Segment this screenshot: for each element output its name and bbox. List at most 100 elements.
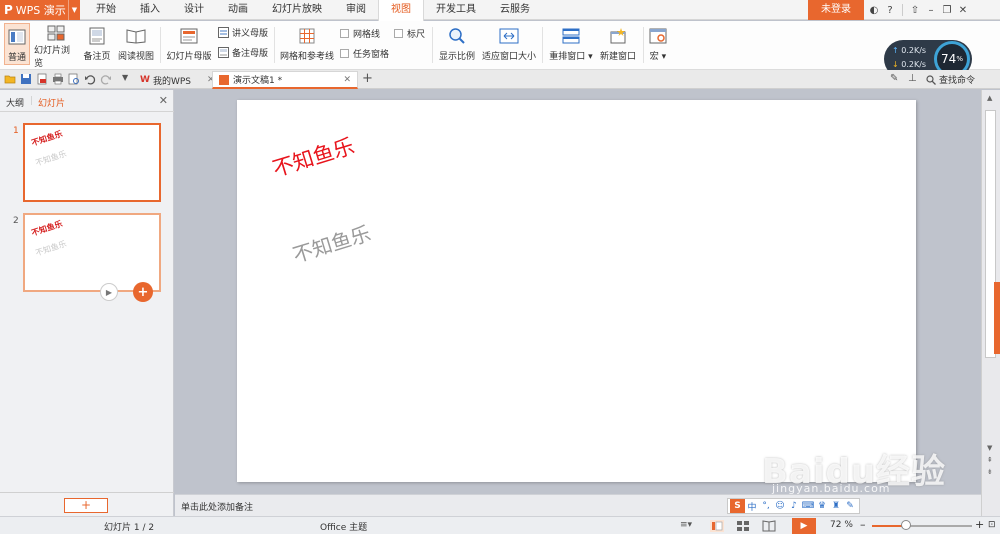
thumb-subtitle: 不知鱼乐: [34, 149, 68, 168]
save-icon[interactable]: [20, 73, 32, 85]
restore-icon[interactable]: ❐: [939, 5, 955, 16]
tab-insert[interactable]: 插入: [128, 0, 172, 20]
normal-view-button[interactable]: 普通: [4, 23, 30, 65]
scroll-up-icon[interactable]: ▲: [987, 94, 992, 102]
skin-icon[interactable]: ♛: [815, 501, 829, 511]
shirt-icon[interactable]: ♜: [829, 501, 843, 511]
arrange-all-button[interactable]: 重排窗口 ▾: [548, 23, 594, 65]
export-pdf-icon[interactable]: [36, 73, 48, 85]
login-button[interactable]: 未登录: [808, 0, 864, 20]
new-tab-button[interactable]: +: [362, 71, 373, 86]
slide-subtitle[interactable]: 不知鱼乐: [289, 217, 374, 268]
add-slide-plus-button[interactable]: +: [133, 282, 153, 302]
tab-cloud[interactable]: 云服务: [488, 0, 542, 20]
close-icon[interactable]: ✕: [159, 94, 168, 107]
wps-w-icon: W: [140, 75, 150, 85]
scroll-down-icon[interactable]: ▼: [987, 444, 992, 452]
tab-review[interactable]: 审阅: [334, 0, 378, 20]
chevron-down-icon[interactable]: ▼: [68, 0, 80, 20]
reading-view-button[interactable]: 阅读视图: [116, 23, 156, 65]
zoom-in-button[interactable]: +: [975, 518, 984, 531]
grid-guides-button[interactable]: 网格和参考线: [280, 23, 334, 65]
zoom-button[interactable]: 显示比例: [438, 23, 476, 65]
tab-document[interactable]: 演示文稿1 * ✕: [212, 71, 358, 89]
keyboard-icon[interactable]: ⌨: [801, 501, 815, 511]
zoom-out-button[interactable]: –: [860, 518, 866, 531]
sorter-view-status-icon[interactable]: [736, 520, 750, 532]
fit-window-button[interactable]: 适应窗口大小: [480, 23, 538, 65]
task-pane-checkbox[interactable]: 任务窗格: [340, 46, 389, 60]
punctuation-icon[interactable]: °,: [759, 501, 773, 511]
print-preview-icon[interactable]: [68, 73, 80, 85]
sogou-logo-icon[interactable]: S: [730, 499, 745, 513]
zoom-slider-track[interactable]: [872, 525, 972, 527]
open-folder-icon[interactable]: [4, 73, 16, 85]
tab-home[interactable]: 开始: [84, 0, 128, 20]
tab-my-wps[interactable]: W 我的WPS ✕: [134, 71, 221, 89]
redo-icon[interactable]: [100, 73, 112, 85]
new-window-button[interactable]: 新建窗口: [598, 23, 638, 65]
tab-view[interactable]: 视图: [378, 0, 424, 21]
collapse-ribbon-icon[interactable]: ⇧: [907, 5, 923, 16]
tools-icon[interactable]: ✎: [843, 501, 857, 511]
slide-thumbnail-2[interactable]: 不知鱼乐 不知鱼乐: [23, 213, 161, 292]
tab-slides[interactable]: 幻灯片: [38, 96, 65, 109]
slideshow-play-button[interactable]: ▶: [792, 518, 816, 534]
zoom-level[interactable]: 72 %: [830, 520, 853, 530]
fit-slide-icon[interactable]: ⊡: [988, 520, 996, 530]
task-pane-check[interactable]: [340, 48, 349, 58]
theme-name: Office 主题: [320, 523, 368, 533]
notes-placeholder[interactable]: 单击此处添加备注: [181, 500, 253, 513]
ime-toolbar[interactable]: S 中 °, ☺ ♪ ⌨ ♛ ♜ ✎: [727, 498, 860, 514]
tab-design[interactable]: 设计: [172, 0, 216, 20]
notes-pane[interactable]: 单击此处添加备注 S 中 °, ☺ ♪ ⌨ ♛ ♜ ✎: [175, 494, 981, 516]
notes-toggle-icon[interactable]: ≡▾: [680, 520, 692, 530]
macro-button[interactable]: 宏 ▾: [648, 23, 668, 65]
slide-number: 1: [13, 126, 19, 136]
reading-view-status-icon[interactable]: [762, 520, 776, 532]
ruler-checkbox[interactable]: 标尺: [394, 26, 425, 40]
next-slide-icon[interactable]: ⇟: [987, 468, 993, 476]
menu-bar: P WPS 演示 ▼ 开始 插入 设计 动画 幻灯片放映 审阅 视图 开发工具 …: [0, 0, 1000, 21]
brush-icon[interactable]: ✎: [890, 73, 902, 85]
ime-mode[interactable]: 中: [745, 500, 759, 513]
help-icon[interactable]: ?: [882, 5, 898, 16]
tab-developer[interactable]: 开发工具: [424, 0, 488, 20]
close-tab-icon[interactable]: ✕: [343, 75, 351, 85]
slide-master-button[interactable]: 幻灯片母版: [166, 23, 212, 65]
zoom-slider-knob[interactable]: [901, 520, 911, 530]
slide-master-label: 幻灯片母版: [166, 52, 212, 62]
notes-page-label: 备注页: [83, 52, 111, 62]
find-command-box[interactable]: 查找命令: [926, 73, 975, 86]
minimize-icon[interactable]: –: [923, 5, 939, 16]
ruler-check[interactable]: [394, 28, 403, 38]
skin-icon[interactable]: ◐: [866, 5, 882, 16]
mic-icon[interactable]: ♪: [787, 501, 801, 511]
tab-animation[interactable]: 动画: [216, 0, 260, 20]
close-icon[interactable]: ✕: [955, 5, 971, 16]
notes-page-button[interactable]: 备注页: [82, 23, 112, 65]
undo-icon[interactable]: [84, 73, 96, 85]
tab-outline[interactable]: 大纲: [6, 96, 24, 109]
gridlines-check[interactable]: [340, 28, 349, 38]
add-slide-button[interactable]: +: [64, 498, 108, 513]
gridlines-checkbox[interactable]: 网格线: [340, 26, 380, 40]
normal-view-status-icon[interactable]: [710, 520, 724, 532]
new-window-label: 新建窗口: [599, 52, 636, 62]
print-icon[interactable]: [52, 73, 64, 85]
slide-thumbnail-1[interactable]: 不知鱼乐 不知鱼乐: [23, 123, 161, 202]
pin-icon[interactable]: ⊥: [908, 73, 920, 85]
prev-slide-icon[interactable]: ⇞: [987, 456, 993, 464]
notes-master-button[interactable]: 备注母版: [218, 45, 268, 59]
play-slide-button[interactable]: ▶: [100, 283, 118, 301]
emoji-icon[interactable]: ☺: [773, 501, 787, 511]
slide-master-icon: [178, 25, 200, 47]
tab-slideshow[interactable]: 幻灯片放映: [260, 0, 334, 20]
customize-toolbar-icon[interactable]: ▼: [122, 73, 134, 85]
side-panel-toggle[interactable]: [994, 282, 1000, 354]
current-slide[interactable]: 不知鱼乐 不知鱼乐: [237, 100, 916, 482]
slide-sorter-button[interactable]: 幻灯片浏览: [34, 23, 78, 69]
app-menu-button[interactable]: P WPS 演示 ▼: [0, 0, 80, 20]
handout-master-button[interactable]: 讲义母版: [218, 25, 268, 39]
slide-title[interactable]: 不知鱼乐: [269, 130, 358, 183]
